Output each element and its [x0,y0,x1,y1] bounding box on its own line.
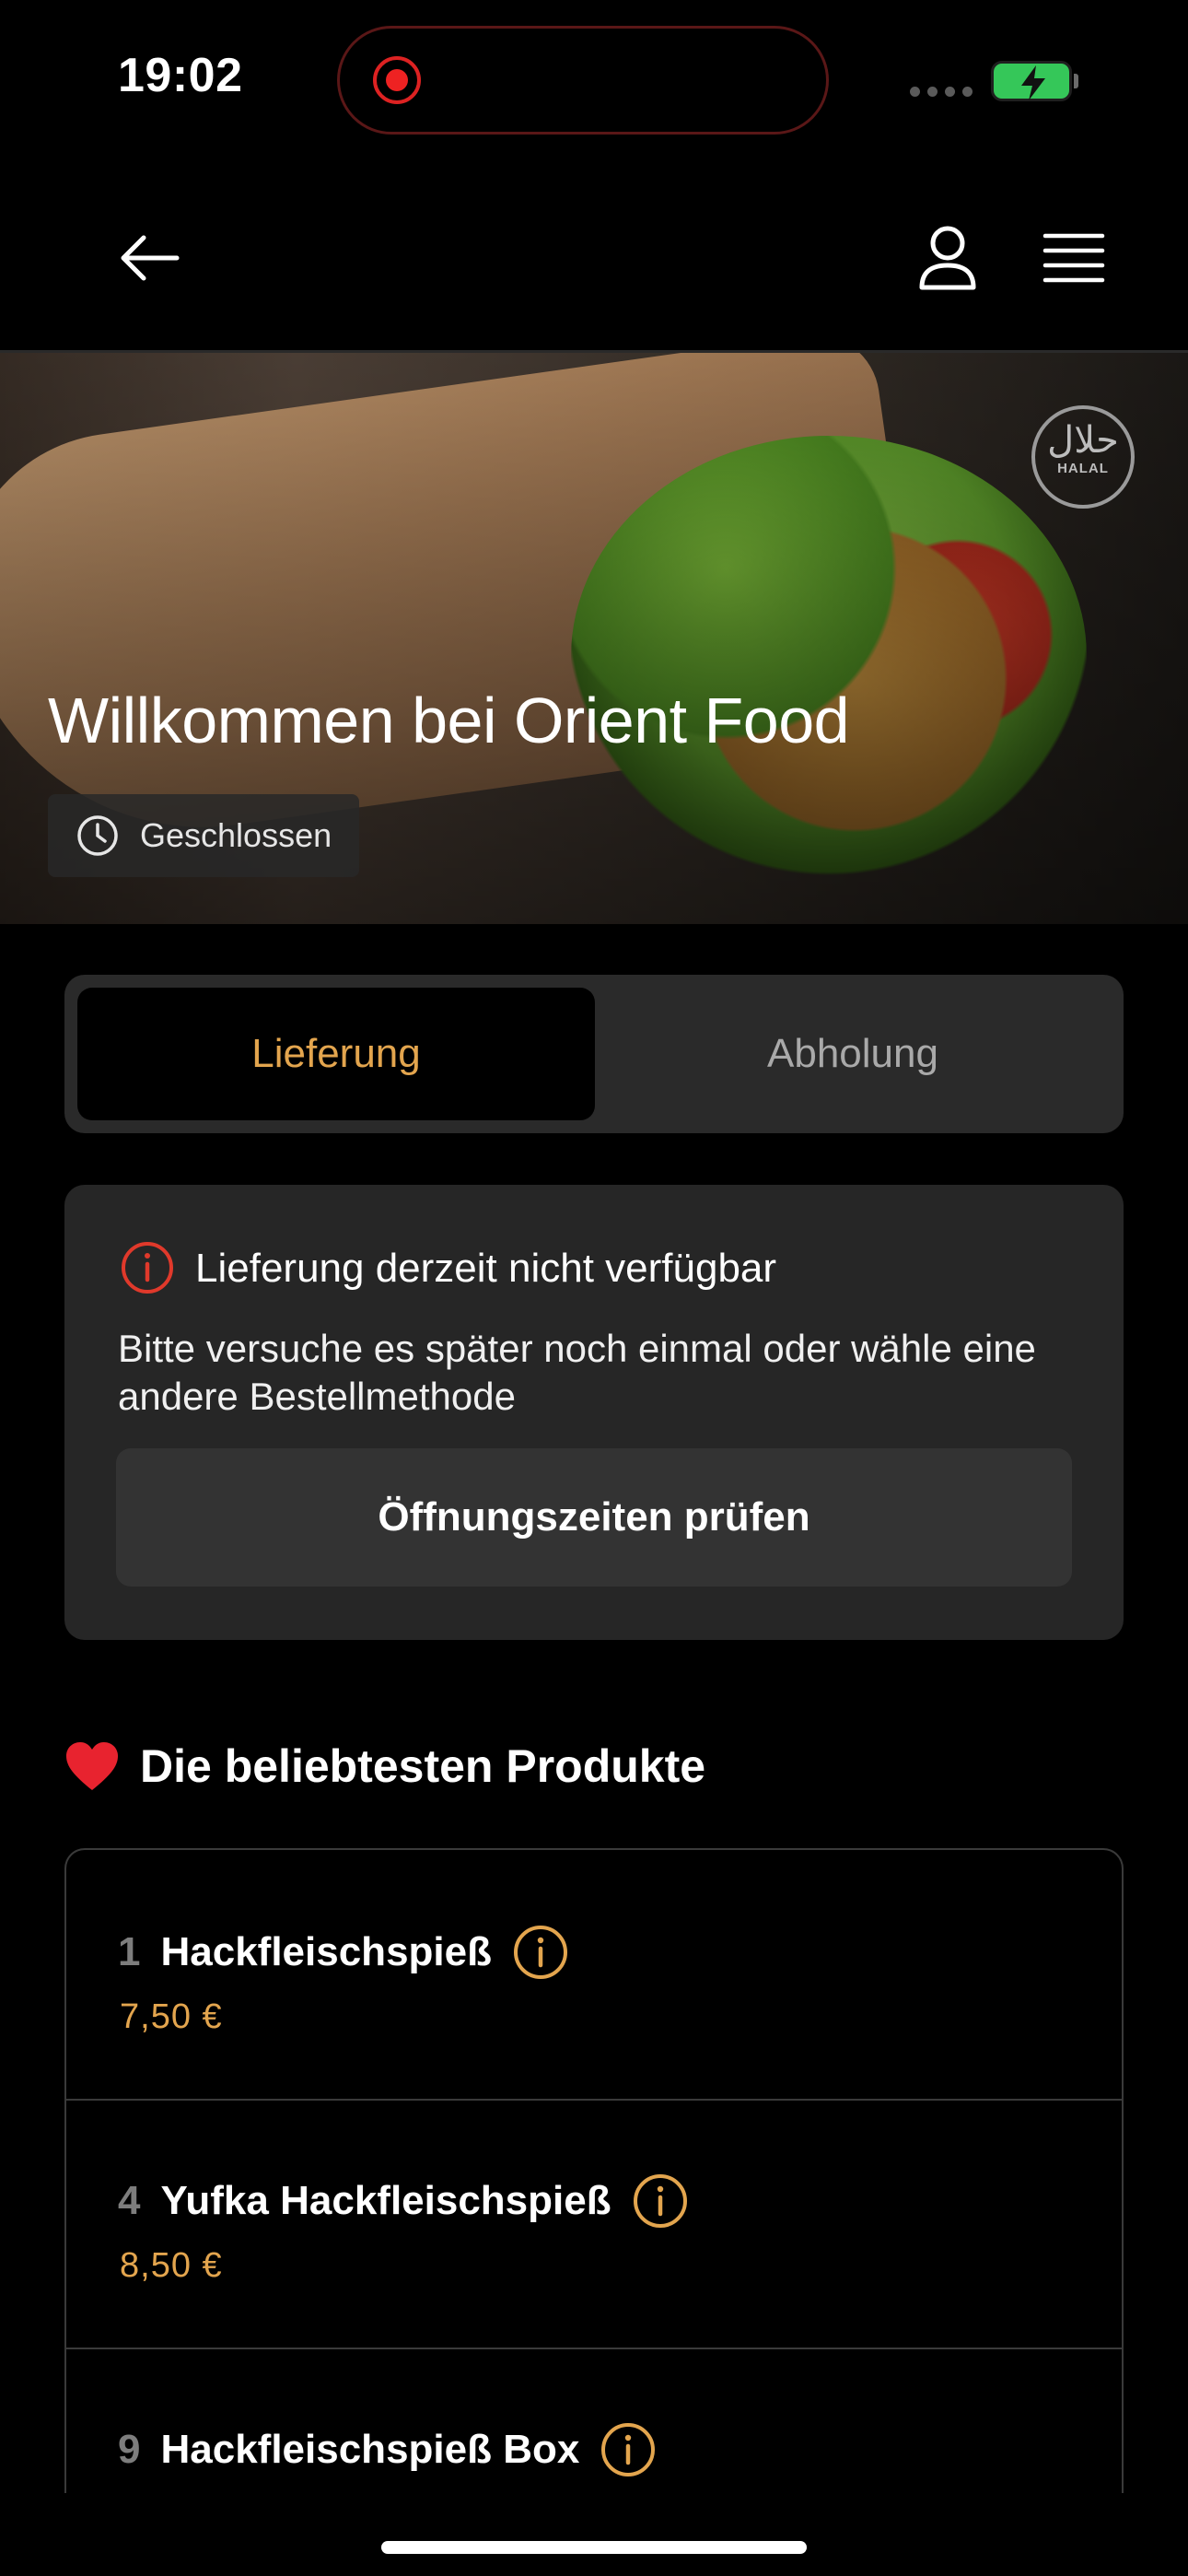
tab-pickup[interactable]: Abholung [595,988,1111,1120]
list-item[interactable]: 1 Hackfleischspieß 7,50 € [66,1850,1122,2101]
halal-arabic-text: حلال [1047,419,1119,462]
battery-cap [1074,74,1078,88]
opening-status-text: Geschlossen [140,816,332,854]
notice-message: Bitte versuche es später noch einmal ode… [118,1327,1036,1418]
clock-icon [77,815,118,856]
product-name: Hackfleischspieß Box [160,2427,580,2472]
opening-status-badge: Geschlossen [48,794,360,877]
popular-products-list: 1 Hackfleischspieß 7,50 € 4 Yufka Hackfl… [64,1848,1124,2493]
back-arrow-icon[interactable] [116,230,182,286]
product-number: 1 [118,1929,141,1974]
info-icon[interactable] [600,2421,657,2478]
order-method-toggle: Lieferung Abholung [64,975,1124,1133]
product-name: Hackfleischspieß [160,1929,492,1974]
product-name: Yufka Hackfleischspieß [160,2178,611,2223]
info-icon[interactable] [512,1924,569,1981]
section-title: Die beliebtesten Produkte [140,1740,706,1792]
info-icon[interactable] [632,2172,689,2230]
alert-info-icon [122,1242,173,1294]
heart-icon [66,1742,118,1790]
list-item[interactable]: 9 Hackfleischspieß Box [66,2348,1122,2493]
page-title: Willkommen bei Orient Food [48,685,850,756]
status-time: 19:02 [118,49,243,102]
cellular-signal-icon [910,87,973,97]
halal-label: HALAL [1057,461,1109,476]
product-price: 7,50 € [120,1997,223,2036]
product-price: 8,50 € [120,2246,223,2285]
notice-title: Lieferung derzeit nicht verfügbar [195,1246,777,1291]
popular-products-heading: Die beliebtesten Produkte [64,1739,705,1793]
battery-charging-icon [991,61,1072,101]
delivery-unavailable-card: Lieferung derzeit nicht verfügbar Bitte … [64,1185,1124,1640]
recording-icon [373,56,421,104]
check-opening-hours-button[interactable]: Öffnungszeiten prüfen [116,1448,1072,1587]
user-profile-icon[interactable] [917,225,978,291]
list-item[interactable]: 4 Yufka Hackfleischspieß 8,50 € [66,2099,1122,2349]
product-number: 4 [118,2178,141,2223]
hamburger-menu-icon[interactable] [1042,232,1105,284]
dynamic-island [337,26,829,135]
tab-delivery[interactable]: Lieferung [77,988,595,1120]
product-number: 9 [118,2427,141,2472]
home-indicator[interactable] [381,2541,807,2554]
halal-badge: حلال HALAL [1031,405,1135,509]
